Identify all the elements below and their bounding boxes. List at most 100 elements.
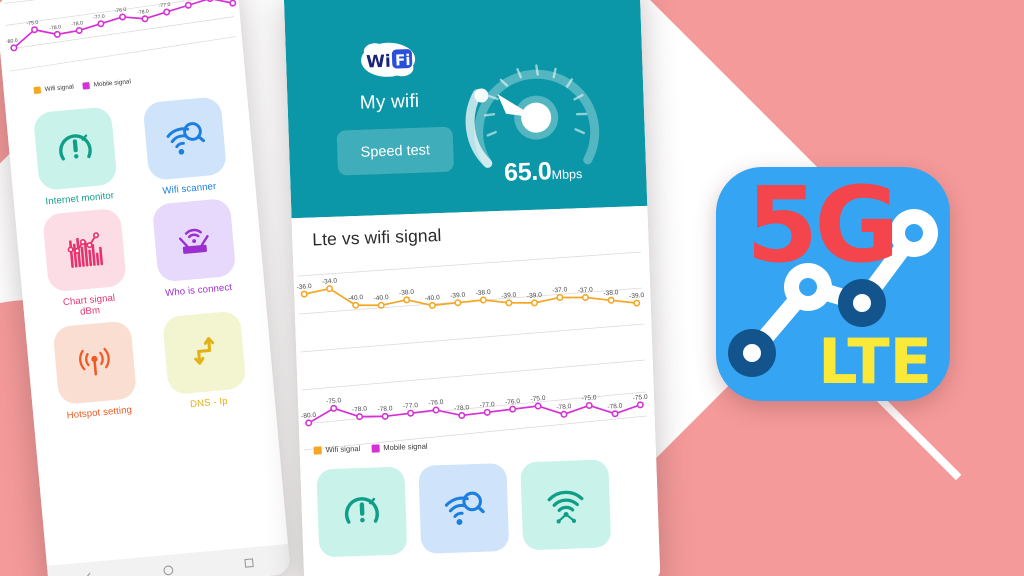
android-navigation-bar	[46, 543, 291, 576]
feature-tile-4[interactable]	[52, 320, 138, 405]
chart-point-label: -40.0	[348, 294, 364, 302]
dns-arrows-icon	[194, 336, 215, 365]
chart-point	[534, 402, 542, 410]
network-name-label: My wifi	[359, 90, 420, 114]
chart-point	[432, 406, 440, 414]
chart-point	[403, 296, 411, 304]
feature-tile-0[interactable]	[32, 106, 118, 191]
chart-point-label: -75.0	[632, 394, 648, 402]
chart-gridlines	[297, 251, 647, 451]
bottom-tile-0[interactable]	[316, 466, 408, 558]
svg-text:Wi: Wi	[366, 52, 391, 73]
chart-point-label: -40.0	[373, 294, 389, 302]
logo-5g-text: 5G	[746, 167, 900, 286]
chart-point	[352, 301, 360, 309]
wifi-share-icon	[547, 490, 584, 524]
chart-point-label: -38.0	[399, 289, 415, 297]
logo-lte-text: LTE	[818, 325, 932, 398]
chart-point	[326, 285, 334, 293]
back-icon[interactable]	[81, 570, 95, 576]
wifi-search-icon	[444, 491, 485, 525]
chart-point	[428, 301, 436, 309]
chart-point	[330, 404, 338, 412]
speed-test-button[interactable]: Speed test	[336, 126, 455, 176]
chart-point-label: -78.0	[137, 9, 150, 17]
router-icon	[178, 228, 209, 254]
chart-point-label: -75.0	[530, 395, 546, 403]
center-phone-screen: Wi Fi My wifi Speed test 65.0Mbps Lte vs…	[283, 0, 661, 576]
speed-unit: Mbps	[551, 167, 583, 183]
legend-label-wifi: Wifi signal	[325, 444, 361, 455]
chart-point-label: -78.0	[607, 403, 623, 411]
chart-point	[505, 299, 513, 307]
chart-point	[585, 401, 593, 409]
feature-cell[interactable]: Chart signal dBm	[31, 207, 140, 322]
chart-point	[141, 15, 149, 23]
legend-swatch-mobile	[82, 82, 91, 90]
chart-point-label: -80.0	[301, 412, 317, 420]
chart-point	[300, 290, 308, 298]
feature-cell[interactable]: Who is connect	[141, 197, 250, 312]
feature-cell[interactable]: DNS - Ip	[151, 309, 259, 414]
feature-tile-2[interactable]	[42, 207, 127, 293]
chart-point-label: -39.0	[450, 292, 466, 300]
chart-title: Lte vs wifi signal	[311, 225, 442, 250]
chart-point	[560, 410, 568, 418]
chart-point-label: -37.0	[578, 286, 594, 294]
feature-tile-3[interactable]	[151, 197, 237, 283]
chart-point	[53, 30, 61, 38]
left-feature-grid: Internet monitor Wifi scanner Chart signal…	[6, 94, 275, 425]
feature-label: Chart signal dBm	[62, 292, 116, 318]
chart-point	[206, 0, 214, 2]
chart-point	[184, 1, 192, 9]
feature-cell[interactable]: Internet monitor	[22, 105, 130, 210]
recents-icon[interactable]	[242, 555, 256, 569]
bottom-tile-2[interactable]	[520, 459, 612, 551]
chart-point-label: -78.0	[352, 405, 368, 413]
wifi-logo-icon: Wi Fi	[357, 38, 418, 82]
chart-point-label: -77.0	[403, 402, 419, 410]
chart-point	[636, 401, 644, 409]
chart-point-label: -78.0	[556, 403, 572, 411]
chart-point-label: -76.0	[505, 398, 521, 406]
hotspot-icon	[79, 347, 110, 376]
chart-point-label: -75.0	[581, 394, 597, 402]
chart-point	[119, 13, 127, 21]
center-phone-body: Lte vs wifi signal -80.0 -75.0 -78.0 -78.0-…	[291, 205, 661, 576]
chart-point	[556, 293, 564, 301]
bottom-tile-1[interactable]	[418, 462, 510, 554]
feature-cell[interactable]: Hotspot setting	[41, 319, 149, 424]
chart-point-label: -34.0	[322, 277, 338, 285]
gauge-icon	[344, 497, 379, 524]
chart-point	[483, 408, 491, 416]
chart-point	[305, 419, 313, 427]
chart-point-label: -77.0	[479, 401, 495, 409]
lte-vs-wifi-chart: -80.0 -75.0 -78.0 -78.0 -77.0 -76.0 -78.0 -77.0…	[293, 244, 656, 456]
chart-point	[633, 299, 641, 307]
chart-plot-area: -80.0 -75.0 -78.0 -78.0 -77.0 -76.0 -78.0 -77.0…	[296, 277, 648, 427]
feature-label: DNS - Ip	[189, 395, 229, 410]
chart-point-label: -39.0	[629, 292, 645, 300]
left-chart-plot: -80.0 -75.0 -78.0 -78.0 -77.0 -76.0 -78.0 -77.0…	[6, 0, 237, 52]
home-icon[interactable]	[162, 563, 176, 576]
legend-swatch-wifi	[33, 86, 42, 95]
speed-value-display: 65.0Mbps	[468, 155, 619, 189]
chart-point-label: -37.0	[552, 286, 568, 294]
feature-tile-1[interactable]	[142, 96, 228, 181]
chart-point	[531, 299, 539, 307]
chart-point	[479, 296, 487, 304]
legend-swatch-mobile	[371, 443, 380, 453]
chart-point-label: -75.0	[26, 20, 39, 28]
screenshot-stage: -80.0 -75.0 -78.0 -78.0 -77.0 -76.0 -78.0 -77.0…	[0, 0, 1024, 576]
chart-point-label: -40.0	[424, 294, 440, 302]
chart-point	[75, 26, 83, 34]
feature-tile-5[interactable]	[161, 310, 247, 395]
chart-point-label: -38.0	[475, 289, 491, 297]
chart-point-label: -78.0	[71, 20, 84, 28]
chart-point	[10, 44, 18, 52]
chart-point-label: -76.0	[114, 7, 127, 15]
feature-label: Internet monitor	[45, 190, 115, 208]
chart-point-label: -36.0	[296, 283, 312, 291]
feature-cell[interactable]: Wifi scanner	[131, 95, 239, 200]
left-grid-cells: Internet monitor Wifi scanner Chart signal…	[6, 94, 275, 425]
